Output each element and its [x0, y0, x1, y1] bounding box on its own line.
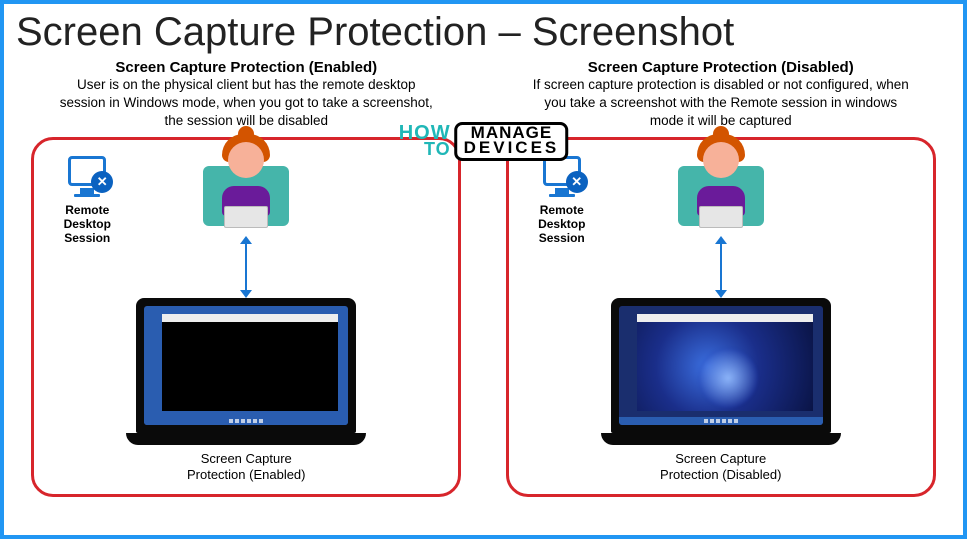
monitor-stand-icon — [555, 188, 569, 194]
user-avatar-icon — [678, 146, 764, 226]
laptop-display-blocked — [144, 306, 348, 425]
laptop-enabled: Screen Capture Protection (Enabled) — [126, 298, 366, 484]
taskbar-icon — [144, 417, 348, 425]
laptop-disabled: Screen Capture Protection (Disabled) — [601, 298, 841, 484]
rds-label-line2: Desktop — [52, 217, 122, 231]
rds-label: Remote Desktop Session — [527, 203, 597, 246]
rds-label-line3: Session — [527, 231, 597, 245]
enabled-panel: ✕ Remote Desktop Session — [31, 137, 461, 497]
rds-label: Remote Desktop Session — [52, 203, 122, 246]
watermark-devices: DEVICES — [464, 141, 560, 156]
disabled-heading: Screen Capture Protection (Disabled) — [588, 59, 854, 76]
bidirectional-arrow-icon — [245, 242, 247, 292]
monitor-base-icon — [549, 194, 575, 197]
laptop-caption-line1: Screen Capture — [601, 451, 841, 467]
rds-label-line1: Remote — [52, 203, 122, 217]
monitor-base-icon — [74, 194, 100, 197]
windows-bloom-icon — [698, 348, 758, 408]
user-avatar-icon — [203, 146, 289, 226]
remote-desktop-session-block: ✕ Remote Desktop Session — [527, 156, 597, 246]
laptop-caption-disabled: Screen Capture Protection (Disabled) — [601, 451, 841, 484]
remote-connection-badge-icon: ✕ — [566, 171, 588, 193]
disabled-panel: ✕ Remote Desktop Session — [506, 137, 936, 497]
disabled-description: If screen capture protection is disabled… — [531, 76, 911, 131]
rds-label-line1: Remote — [527, 203, 597, 217]
enabled-description: User is on the physical client but has t… — [56, 76, 436, 131]
watermark-logo: HOW TO MANAGE DEVICES — [399, 122, 569, 161]
rds-label-line3: Session — [52, 231, 122, 245]
monitor-icon: ✕ — [68, 156, 106, 186]
page-title: Screen Capture Protection – Screenshot — [4, 4, 963, 59]
watermark-box: MANAGE DEVICES — [455, 122, 569, 161]
laptop-caption-line2: Protection (Enabled) — [126, 467, 366, 483]
remote-window-wallpaper-icon — [637, 314, 813, 411]
remote-desktop-session-block: ✕ Remote Desktop Session — [52, 156, 122, 246]
laptop-caption-line2: Protection (Disabled) — [601, 467, 841, 483]
rds-label-line2: Desktop — [527, 217, 597, 231]
laptop-display-captured — [619, 306, 823, 425]
laptop-caption-line1: Screen Capture — [126, 451, 366, 467]
remote-window-black-icon — [162, 314, 338, 411]
taskbar-icon — [619, 417, 823, 425]
remote-connection-badge-icon: ✕ — [91, 171, 113, 193]
enabled-heading: Screen Capture Protection (Enabled) — [115, 59, 377, 76]
bidirectional-arrow-icon — [720, 242, 722, 292]
laptop-caption-enabled: Screen Capture Protection (Enabled) — [126, 451, 366, 484]
watermark-to: TO — [399, 142, 451, 157]
monitor-stand-icon — [80, 188, 94, 194]
